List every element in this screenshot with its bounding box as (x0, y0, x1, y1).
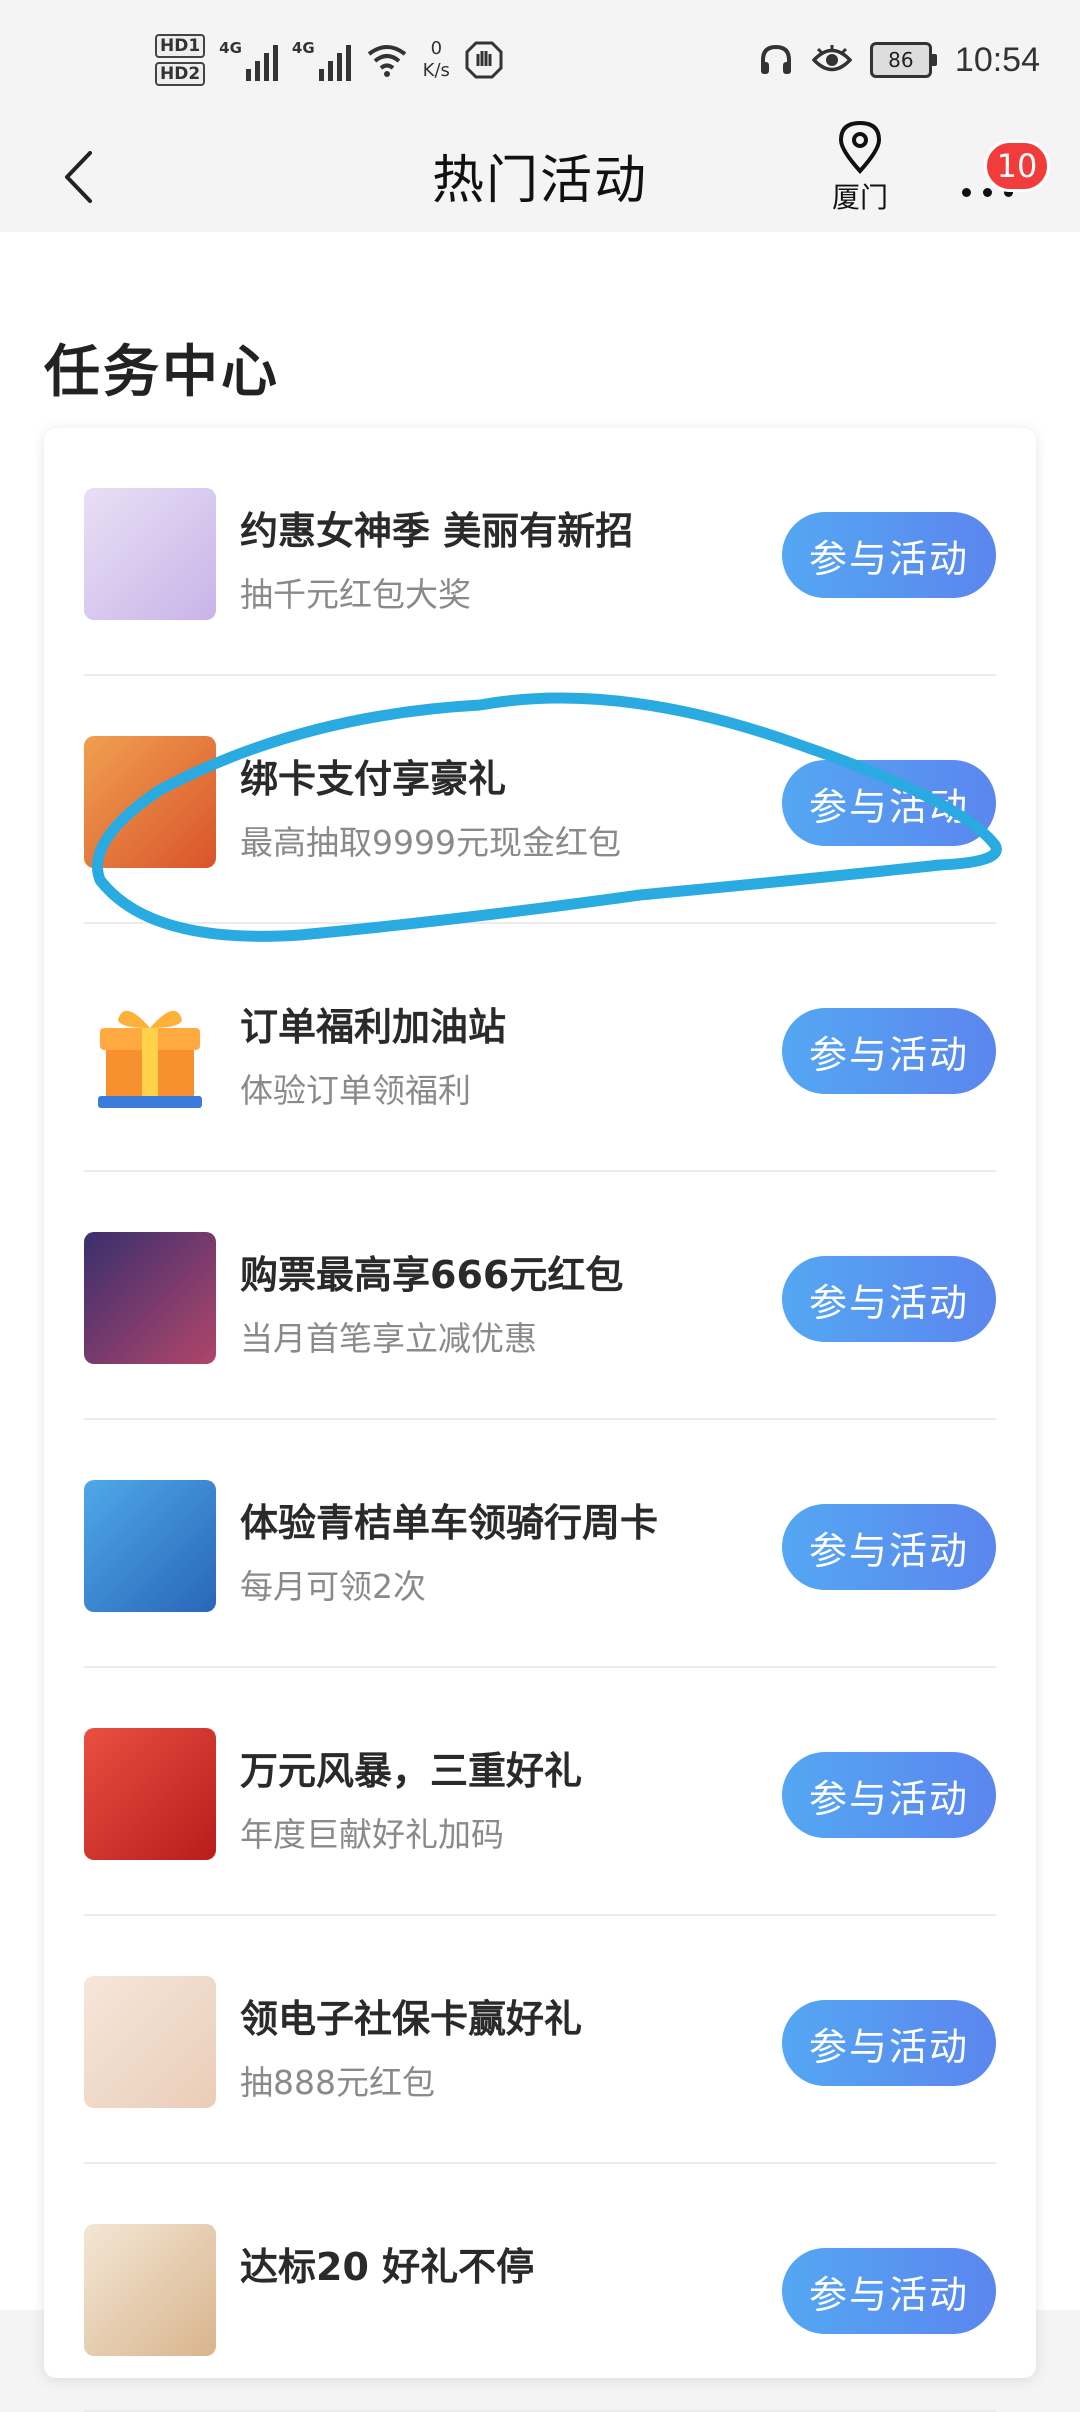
activity-subtitle: 抽888元红包 (240, 2063, 435, 2102)
hd-indicators: HD1 HD2 (155, 34, 206, 86)
battery-level: 86 (888, 48, 914, 72)
join-activity-button[interactable]: 参与活动 (782, 1256, 996, 1342)
activity-title: 达标20 好礼不停 (240, 2245, 535, 2289)
activity-title: 绑卡支付享豪礼 (240, 757, 507, 801)
hd2-icon: HD2 (155, 62, 206, 86)
activity-row[interactable]: 约惠女神季 美丽有新招抽千元红包大奖 参与活动 (84, 428, 996, 676)
status-bar: HD1 HD2 4G 4G 0 K/s 86 10:54 (0, 0, 1080, 120)
join-activity-button[interactable]: 参与活动 (782, 760, 996, 846)
activity-row[interactable]: 万元风暴，三重好礼年度巨献好礼加码 参与活动 (84, 1668, 996, 1916)
activity-title: 万元风暴，三重好礼 (240, 1749, 583, 1793)
sim2-type: 4G (291, 39, 315, 57)
activity-title: 领电子社保卡赢好礼 (240, 1997, 583, 2041)
activity-title: 体验青桔单车领骑行周卡 (240, 1501, 659, 1545)
activity-thumbnail (84, 1480, 216, 1612)
hand-block-icon (465, 41, 503, 79)
activity-row[interactable]: 订单福利加油站体验订单领福利 参与活动 (84, 924, 996, 1172)
wifi-icon (367, 45, 406, 77)
message-badge: 10 (984, 140, 1050, 192)
join-activity-button[interactable]: 参与活动 (782, 1008, 996, 1094)
activity-row[interactable]: 领电子社保卡赢好礼抽888元红包 参与活动 (84, 1916, 996, 2164)
activity-row[interactable]: 体验青桔单车领骑行周卡每月可领2次 参与活动 (84, 1420, 996, 1668)
activity-subtitle: 抽千元红包大奖 (240, 575, 471, 614)
activity-thumbnail (84, 1976, 216, 2108)
net-speed-unit: K/s (422, 60, 450, 81)
hd1-icon: HD1 (155, 34, 206, 58)
headset-icon (760, 44, 791, 74)
activity-title: 购票最高享666元红包 (240, 1253, 624, 1297)
clock: 10:54 (954, 40, 1040, 79)
signal-icon: 4G (219, 39, 278, 81)
status-left: HD1 HD2 4G 4G 0 K/s (155, 30, 504, 90)
activity-thumbnail (84, 1728, 216, 1860)
battery-icon: 86 (869, 42, 937, 78)
activity-subtitle: 年度巨献好礼加码 (240, 1815, 504, 1854)
join-activity-button[interactable]: 参与活动 (782, 1752, 996, 1838)
eye-icon (811, 45, 852, 72)
activity-thumbnail (84, 736, 216, 868)
activity-thumbnail (84, 488, 216, 620)
join-activity-button[interactable]: 参与活动 (782, 2248, 996, 2334)
net-speed-value: 0 (430, 38, 443, 59)
join-activity-button[interactable]: 参与活动 (782, 2000, 996, 2086)
location-button[interactable]: 厦门 (822, 120, 898, 220)
activity-row[interactable]: 达标20 好礼不停 参与活动 (84, 2164, 996, 2412)
activity-thumbnail (84, 984, 216, 1116)
page-title: 热门活动 (431, 151, 648, 211)
activity-row[interactable]: 绑卡支付享豪礼最高抽取9999元现金红包 参与活动 (84, 676, 996, 924)
status-right: 86 10:54 (758, 38, 1040, 82)
activity-thumbnail (84, 2224, 216, 2356)
more-button[interactable]: 10 (950, 140, 1050, 220)
activity-title: 约惠女神季 美丽有新招 (240, 509, 634, 553)
join-activity-button[interactable]: 参与活动 (782, 512, 996, 598)
nav-bar: 热门活动 厦门 10 (0, 120, 1080, 232)
location-label: 厦门 (831, 181, 888, 214)
activity-thumbnail (84, 1232, 216, 1364)
section-title: 任务中心 (44, 340, 280, 405)
activity-title: 订单福利加油站 (240, 1005, 507, 1049)
sim1-type: 4G (219, 39, 242, 57)
activity-subtitle: 最高抽取9999元现金红包 (240, 823, 621, 862)
activity-subtitle: 当月首笔享立减优惠 (240, 1319, 537, 1358)
net-speed: 0 K/s (423, 38, 450, 82)
activity-subtitle: 体验订单领福利 (240, 1071, 471, 1110)
activity-row[interactable]: 购票最高享666元红包当月首笔享立减优惠 参与活动 (84, 1172, 996, 1420)
join-activity-button[interactable]: 参与活动 (782, 1504, 996, 1590)
activity-subtitle: 每月可领2次 (240, 1567, 426, 1606)
location-pin-icon (838, 120, 882, 174)
task-card: 约惠女神季 美丽有新招 抽千元红包大奖 参与活动 绑卡支付享豪礼 最高抽取9999元现金… (44, 428, 1036, 2412)
signal-icon-2: 4G (292, 39, 351, 81)
content-area: 任务中心 约惠女神季 美丽有新招 抽千元红包大奖 参与活动 绑卡支付享豪礼 最高抽取99… (0, 232, 1080, 2412)
